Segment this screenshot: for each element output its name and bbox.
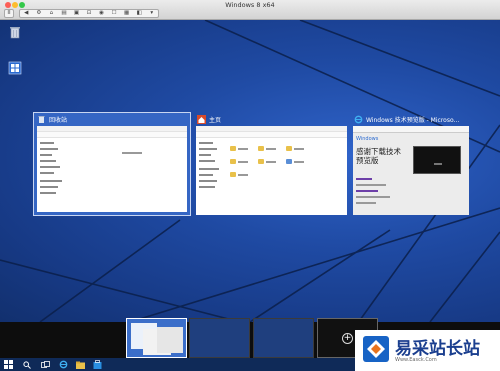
toolbar-icon-capture-icon[interactable]: ⊡: [83, 10, 96, 17]
start-button[interactable]: [3, 359, 13, 370]
window-thumbnail-home[interactable]: 主页: [196, 113, 347, 215]
folder-icon: [75, 361, 85, 369]
toolbar-icon-dropdown-icon[interactable]: ▾: [145, 10, 158, 17]
window-title: 回收站: [49, 117, 68, 124]
task-view-icon: [40, 360, 50, 368]
taskbar-explorer-button[interactable]: [75, 359, 85, 370]
ie-page-heading: 感谢下载技术预览版: [356, 147, 401, 165]
toolbar-icon-back-icon[interactable]: ◀: [20, 10, 33, 17]
recycle-bin-icon: [10, 27, 20, 39]
desktop: 回收站 主页 Windows 技术预览版 - Microso... Window…: [0, 20, 500, 322]
desktop-icon-shortcut[interactable]: [4, 60, 26, 79]
window-thumbnail-recycle-bin[interactable]: 回收站: [33, 112, 191, 216]
home-folder-icon: [197, 115, 206, 124]
pause-vm-button[interactable]: II: [4, 9, 14, 18]
vm-title: Windows 8 x64: [225, 1, 275, 9]
window-title: 主页: [209, 117, 222, 124]
window-preview: [37, 126, 187, 212]
ie-icon: [59, 360, 67, 369]
toolbar-icon-grid-icon[interactable]: ▦: [120, 10, 133, 17]
toolbar-icon-settings-icon[interactable]: ⚙: [33, 10, 46, 17]
vm-title-bar: Windows 8 x64 II ◀ ⚙ ⌂ ▤ ▣ ⊡ ◉ ☐ ▦ ◧ ▾: [0, 0, 500, 20]
search-icon: [23, 360, 31, 369]
window-header: 回收站: [37, 113, 67, 126]
plus-icon: +: [342, 332, 353, 344]
vm-toolbar: ◀ ⚙ ⌂ ▤ ▣ ⊡ ◉ ☐ ▦ ◧ ▾: [19, 9, 159, 18]
windows-logo-icon: [3, 360, 13, 369]
window-thumbnail-internet-explorer[interactable]: Windows 技术预览版 - Microso... Windows 感谢下载技…: [353, 113, 469, 215]
watermark: 易采站长站 Www.Easck.Com: [355, 330, 500, 371]
virtual-desktop-1[interactable]: [126, 318, 187, 358]
toolbar-icon-disc-icon[interactable]: ◉: [95, 10, 108, 17]
watermark-subtext: Www.Easck.Com: [395, 357, 437, 363]
taskbar-search-button[interactable]: [22, 359, 32, 370]
window-header: 主页: [197, 113, 221, 126]
taskbar-ie-button[interactable]: [58, 359, 68, 370]
ie-page-brand: Windows: [356, 136, 379, 142]
window-title: Windows 技术预览版 - Microso...: [366, 117, 460, 124]
window-preview: Windows 感谢下载技术预览版: [353, 126, 469, 215]
ie-page-video: [413, 146, 461, 174]
task-view-button[interactable]: [40, 359, 50, 370]
virtual-desktop-3[interactable]: [253, 318, 314, 358]
ie-icon: [354, 115, 363, 124]
recycle-bin-icon: [38, 116, 45, 123]
watermark-logo-icon: [363, 336, 389, 362]
watermark-text: 易采站长站: [395, 339, 480, 359]
toolbar-icon-screen-icon[interactable]: ▣: [70, 10, 83, 17]
taskbar-store-button[interactable]: [92, 359, 102, 370]
shortcut-icon: [8, 61, 22, 75]
desktop-icon-recycle-bin[interactable]: [4, 24, 26, 43]
toolbar-icon-print-icon[interactable]: ▤: [58, 10, 71, 17]
toolbar-icon-home-icon[interactable]: ⌂: [45, 10, 58, 17]
window-preview: [196, 126, 347, 215]
store-icon: [93, 360, 101, 369]
screen: Windows 8 x64 II ◀ ⚙ ⌂ ▤ ▣ ⊡ ◉ ☐ ▦ ◧ ▾ 回…: [0, 0, 500, 371]
virtual-desktop-2[interactable]: [189, 318, 250, 358]
toolbar-icon-split-icon[interactable]: ◧: [133, 10, 146, 17]
window-header: Windows 技术预览版 - Microso...: [354, 113, 459, 126]
toolbar-icon-window-icon[interactable]: ☐: [108, 10, 121, 17]
